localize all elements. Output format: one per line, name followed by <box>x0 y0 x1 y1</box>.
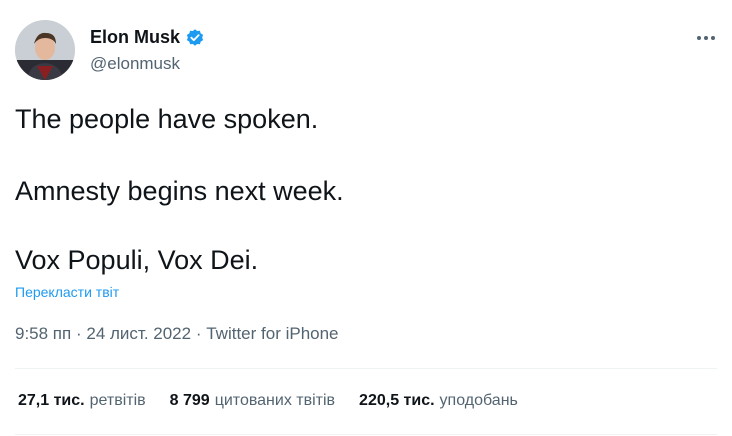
meta-separator: · <box>195 324 202 343</box>
tweet-date[interactable]: 24 лист. 2022 <box>86 324 191 343</box>
retweets-count: 27,1 тис. <box>18 392 85 409</box>
divider <box>15 434 717 435</box>
translate-link[interactable]: Перекласти твіт <box>15 284 119 300</box>
likes-count: 220,5 тис. <box>359 392 435 409</box>
quote-tweets-count: 8 799 <box>169 392 210 409</box>
quote-tweets-stat[interactable]: 8 799 цитованих твітів <box>170 392 335 410</box>
author-handle[interactable]: @elonmusk <box>90 54 180 74</box>
tweet-stats: 27,1 тис. ретвітів 8 799 цитованих твітів … <box>18 392 518 410</box>
tweet-meta: 9:58 пп · 24 лист. 2022 · Twitter for iP… <box>15 324 339 344</box>
retweets-label: ретвітів <box>89 392 146 409</box>
avatar[interactable] <box>15 20 75 80</box>
tweet-source[interactable]: Twitter for iPhone <box>206 324 338 343</box>
tweet-time[interactable]: 9:58 пп <box>15 324 71 343</box>
meta-separator: · <box>75 324 82 343</box>
more-icon[interactable] <box>694 26 718 50</box>
tweet-text-line: Amnesty begins next week. <box>15 176 344 206</box>
retweets-stat[interactable]: 27,1 тис. ретвітів <box>18 392 146 410</box>
likes-stat[interactable]: 220,5 тис. уподобань <box>359 392 518 410</box>
tweet-text-line: Vox Populi, Vox Dei. <box>15 245 259 275</box>
tweet-text-line: The people have spoken. <box>15 104 319 134</box>
likes-label: уподобань <box>439 392 518 409</box>
divider <box>15 368 717 369</box>
author-name[interactable]: Elon Musk <box>90 27 180 48</box>
verified-badge-icon <box>186 28 204 46</box>
quote-tweets-label: цитованих твітів <box>214 392 336 409</box>
author-row: Elon Musk <box>90 27 205 48</box>
